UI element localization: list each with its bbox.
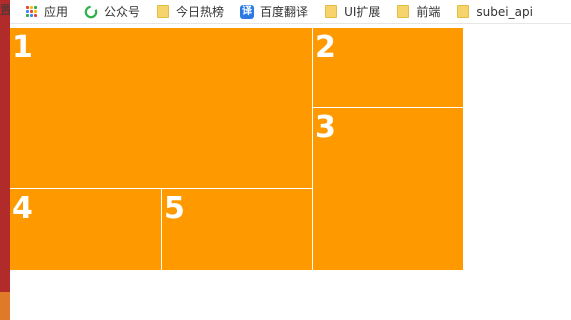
- layout-box-2: 2: [313, 28, 463, 107]
- bookmark-jinri-rebang[interactable]: 今日热榜: [156, 0, 224, 24]
- bookmark-frontend[interactable]: 前端: [396, 0, 440, 24]
- box-number: 5: [164, 191, 185, 226]
- bookmark-ui-extension[interactable]: UI扩展: [324, 0, 380, 24]
- bookmark-label: 公众号: [104, 5, 141, 19]
- browser-left-edge: 置: [0, 0, 10, 320]
- edge-bottom-strip: [0, 292, 10, 320]
- layout-box-3: 3: [313, 108, 463, 270]
- folder-icon: [324, 5, 338, 19]
- bookmark-label: 百度翻译: [260, 5, 309, 19]
- layout-box-1: 1: [10, 28, 312, 188]
- bookmark-apps[interactable]: 应用: [24, 0, 68, 24]
- folder-icon: [396, 5, 410, 19]
- translate-icon: 译: [240, 4, 255, 19]
- bookmark-label: 今日热榜: [176, 5, 225, 19]
- box-number: 2: [315, 30, 336, 65]
- folder-icon: [456, 5, 470, 19]
- layout-box-5: 5: [162, 189, 312, 270]
- folder-icon: [156, 5, 170, 19]
- bookmark-gongzhonghao[interactable]: 公众号: [84, 0, 140, 24]
- box-number: 4: [12, 191, 33, 226]
- box-number: 3: [315, 110, 336, 145]
- bookmark-baidu-fanyi[interactable]: 译 百度翻译: [240, 0, 308, 24]
- bookmarks-bar: 应用 公众号 今日热榜 译 百度翻译 UI扩展 前端 subei_api: [10, 0, 571, 24]
- layout-box-4: 4: [10, 189, 161, 270]
- wechat-icon: [84, 5, 98, 19]
- bookmark-label: 应用: [44, 5, 69, 19]
- bookmark-label: UI扩展: [344, 5, 381, 19]
- orange-grid-layout: 1 2 3 4 5: [10, 28, 463, 270]
- box-number: 1: [12, 30, 33, 65]
- bookmark-subei-api[interactable]: subei_api: [456, 0, 533, 24]
- bookmark-label: subei_api: [476, 4, 533, 19]
- apps-grid-icon: [24, 5, 38, 19]
- bookmark-label: 前端: [416, 5, 441, 19]
- edge-glyph: 置: [0, 3, 10, 17]
